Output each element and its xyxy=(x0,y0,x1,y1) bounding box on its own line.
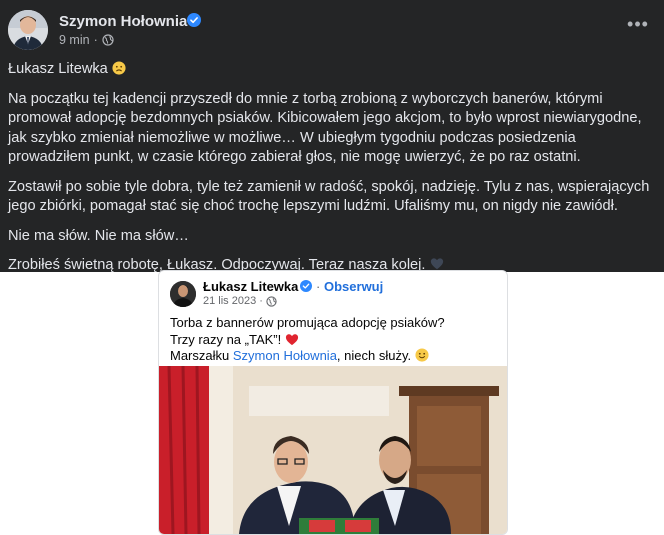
shared-line-3-suffix: , niech służy. xyxy=(336,348,412,363)
author-name[interactable]: Szymon Hołownia xyxy=(59,13,187,30)
shared-line-3-prefix: Marszałku xyxy=(170,348,230,363)
shared-author-avatar[interactable] xyxy=(170,281,196,307)
shared-post-photo[interactable] xyxy=(159,365,507,534)
post-meta: 9 min · xyxy=(59,33,114,47)
more-options-button[interactable]: ••• xyxy=(624,14,652,42)
red-heart-emoji xyxy=(285,333,298,345)
shared-line-2-text: Trzy razy na „TAK”! xyxy=(170,331,282,347)
post-body: Łukasz Litewka Na początku tej kadencji … xyxy=(8,60,656,286)
post-card: Szymon Hołownia 9 min · ••• Łukasz Litew… xyxy=(0,0,664,273)
shared-post-text: Torba z bannerów promująca adopcję psiak… xyxy=(170,315,496,365)
globe-icon xyxy=(266,295,277,307)
meta-separator: · xyxy=(93,33,98,47)
globe-icon xyxy=(102,34,114,46)
shared-post-meta: 21 lis 2023 · xyxy=(203,295,277,307)
shared-post-date[interactable]: 21 lis 2023 xyxy=(203,295,256,307)
shared-meta-separator: · xyxy=(259,295,263,307)
author-avatar[interactable] xyxy=(8,10,48,50)
shared-line-3: Marszałku Szymon Hołownia, niech służy. xyxy=(170,348,496,365)
verified-badge-icon xyxy=(187,13,201,27)
post-paragraph-1-text: Łukasz Litewka xyxy=(8,61,108,77)
post-paragraph-4: Nie ma słów. Nie ma słów… xyxy=(8,227,189,244)
post-paragraph-1: Łukasz Litewka xyxy=(8,60,656,80)
post-header: Szymon Hołownia 9 min · ••• xyxy=(8,10,656,50)
follow-button[interactable]: Obserwuj xyxy=(324,279,383,294)
post-paragraph-3: Zostawił po sobie tyle dobra, tyle też z… xyxy=(8,178,650,215)
mention-link[interactable]: Szymon Hołownia xyxy=(233,348,337,363)
black-heart-emoji xyxy=(430,258,443,270)
post-time[interactable]: 9 min xyxy=(59,33,90,47)
shared-line-1: Torba z bannerów promująca adopcję psiak… xyxy=(170,315,445,330)
smiling-face-emoji xyxy=(415,348,429,362)
follow-separator: · xyxy=(316,279,321,294)
shared-author-name[interactable]: Łukasz Litewka xyxy=(203,279,298,294)
shared-line-2: Trzy razy na „TAK”! xyxy=(170,332,496,349)
sad-face-emoji xyxy=(112,61,126,75)
shared-post-card[interactable]: Łukasz Litewka · Obserwuj 21 lis 2023 · … xyxy=(158,270,508,535)
post-paragraph-2: Na początku tej kadencji przyszedł do mn… xyxy=(8,90,642,166)
verified-badge-icon xyxy=(300,280,312,292)
